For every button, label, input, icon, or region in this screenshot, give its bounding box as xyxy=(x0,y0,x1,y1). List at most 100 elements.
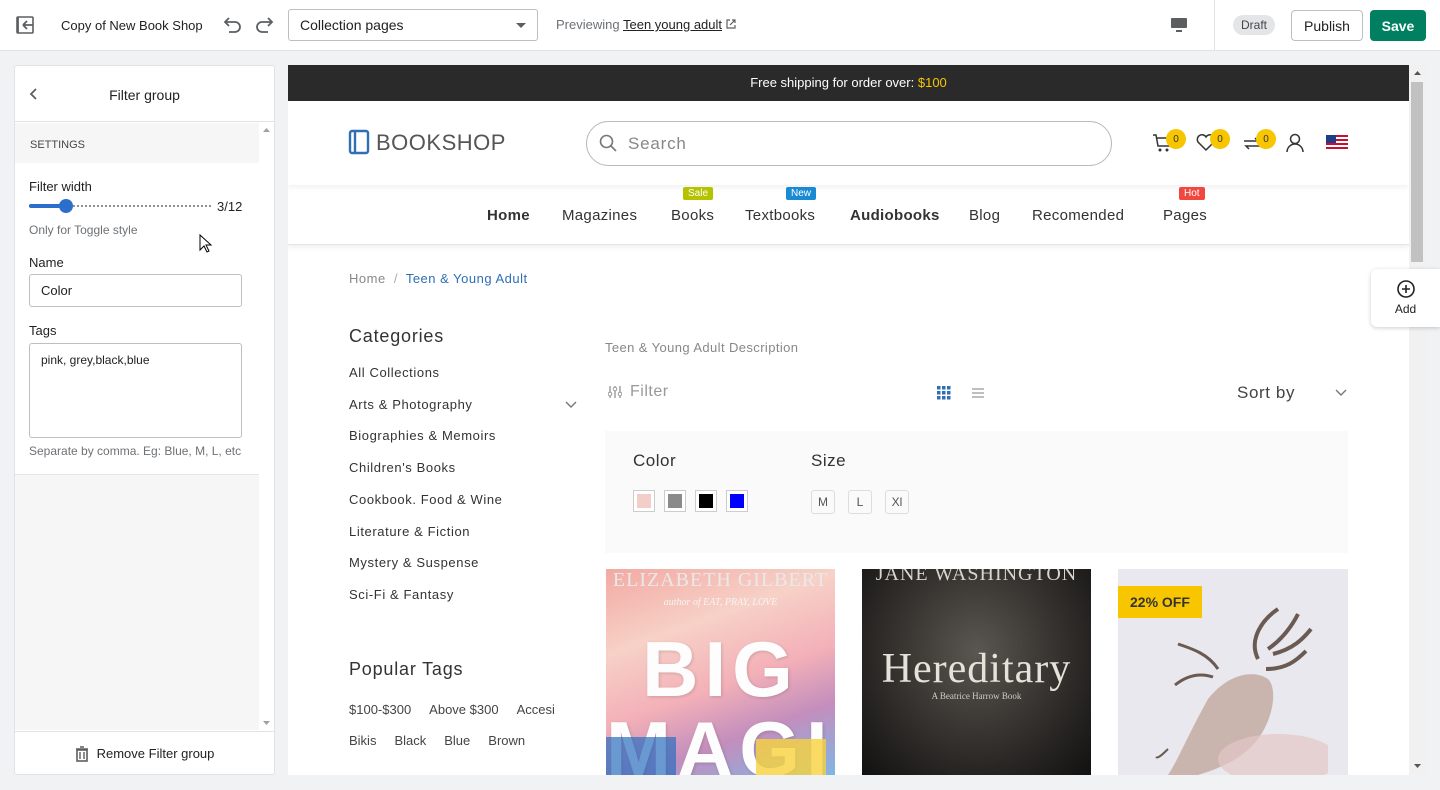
breadcrumb: Home / Teen & Young Adult xyxy=(349,271,528,286)
nav-item-textbooks[interactable]: Textbooks xyxy=(745,207,815,224)
tag-link[interactable]: Blue xyxy=(444,733,470,748)
panel-scrollbar[interactable] xyxy=(259,123,274,730)
nav-item-books[interactable]: Books xyxy=(671,207,714,224)
tag-link[interactable]: Brown xyxy=(488,733,525,748)
filter-width-slider[interactable] xyxy=(29,199,211,213)
filter-toggle[interactable]: Filter xyxy=(608,383,669,401)
store-logo[interactable]: BOOKSHOP xyxy=(376,130,506,156)
previewing-text: Previewing Teen young adult xyxy=(556,17,736,32)
search-icon xyxy=(599,134,617,152)
name-label: Name xyxy=(29,255,64,270)
filter-panel: Color Size M L Xl xyxy=(605,431,1348,553)
tags-help: Separate by comma. Eg: Blue, M, L, etc xyxy=(29,444,242,458)
scroll-down-icon[interactable] xyxy=(262,720,271,726)
product-title: Hereditary xyxy=(881,646,1072,692)
color-swatch[interactable] xyxy=(727,491,747,511)
size-options: M L Xl xyxy=(811,490,909,514)
product-card[interactable]: JANE WASHINGTON Hereditary A Beatrice Ha… xyxy=(862,569,1091,775)
nav-item-magazines[interactable]: Magazines xyxy=(562,207,637,224)
scroll-up-icon[interactable] xyxy=(262,127,271,133)
exit-icon[interactable] xyxy=(14,14,36,36)
tag-link[interactable]: Accesi xyxy=(517,702,555,717)
chevron-down-icon[interactable] xyxy=(565,401,577,409)
divider xyxy=(1214,0,1215,50)
color-swatch[interactable] xyxy=(634,491,654,511)
trash-icon xyxy=(75,745,88,762)
scroll-up-icon[interactable] xyxy=(1413,70,1422,76)
cart-count: 0 xyxy=(1166,129,1186,149)
filter-size-title: Size xyxy=(811,451,847,470)
nav-item-audiobooks[interactable]: Audiobooks xyxy=(850,207,940,224)
product-card[interactable]: ELIZABETH GILBERT author of EAT, PRAY, L… xyxy=(606,569,835,775)
nav-item-pages[interactable]: Pages xyxy=(1163,207,1207,224)
publish-button[interactable]: Publish xyxy=(1291,10,1363,41)
store-name: Copy of New Book Shop xyxy=(61,18,203,33)
scroll-down-icon[interactable] xyxy=(1413,763,1422,769)
name-input[interactable]: Color xyxy=(29,274,242,307)
account-icon[interactable] xyxy=(1286,133,1304,153)
announcement-text: Free shipping for order over: xyxy=(750,75,915,90)
nav-badge-hot: Hot xyxy=(1179,187,1205,200)
grid-view-icon[interactable] xyxy=(937,386,951,400)
store-search[interactable]: Search xyxy=(586,121,1112,166)
list-view-icon[interactable] xyxy=(972,388,984,398)
category-link[interactable]: Sci-Fi & Fantasy xyxy=(349,587,454,602)
category-link[interactable]: Children's Books xyxy=(349,460,456,475)
book-logo-icon[interactable] xyxy=(348,129,370,155)
sort-by-dropdown[interactable]: Sort by xyxy=(1237,383,1347,403)
tag-link[interactable]: Bikis xyxy=(349,733,376,748)
slider-handle[interactable] xyxy=(59,199,74,213)
nav-item-blog[interactable]: Blog xyxy=(969,207,1000,224)
product-subtitle: author of EAT, PRAY, LOVE xyxy=(663,597,778,608)
panel-title: Filter group xyxy=(109,87,180,103)
category-link[interactable]: Arts & Photography xyxy=(349,397,473,412)
chevron-down-icon xyxy=(516,22,526,28)
save-button[interactable]: Save xyxy=(1370,10,1426,41)
category-link[interactable]: Mystery & Suspense xyxy=(349,555,479,570)
chevron-down-icon xyxy=(1335,389,1347,396)
color-swatches xyxy=(634,491,747,511)
previewing-link[interactable]: Teen young adult xyxy=(623,17,722,32)
product-card[interactable]: 22% OFF xyxy=(1118,569,1348,775)
external-link-icon xyxy=(726,19,736,29)
us-flag-icon[interactable] xyxy=(1326,135,1348,149)
add-label: Add xyxy=(1394,302,1417,316)
size-option[interactable]: Xl xyxy=(885,490,909,514)
remove-filter-group-label: Remove Filter group xyxy=(96,746,215,761)
filter-width-value: 3/12 xyxy=(217,199,243,214)
page-type-value: Collection pages xyxy=(300,17,404,33)
previewing-label: Previewing xyxy=(556,17,620,32)
add-section-button[interactable]: Add xyxy=(1371,269,1440,327)
search-placeholder: Search xyxy=(628,134,687,153)
category-link[interactable]: Literature & Fiction xyxy=(349,524,470,539)
desktop-view-icon[interactable] xyxy=(1168,14,1190,36)
remove-filter-group-button[interactable]: Remove Filter group xyxy=(15,731,274,775)
category-link[interactable]: Biographies & Memoirs xyxy=(349,428,496,443)
filter-width-help: Only for Toggle style xyxy=(29,223,138,237)
breadcrumb-home[interactable]: Home xyxy=(349,271,386,286)
size-option[interactable]: M xyxy=(811,490,835,514)
nav-badge-new: New xyxy=(786,187,817,200)
tags-textarea[interactable]: pink, grey,black,blue xyxy=(29,343,242,438)
undo-icon[interactable] xyxy=(220,13,244,37)
category-link[interactable]: Cookbook. Food & Wine xyxy=(349,492,503,507)
product-subtitle: A Beatrice Harrow Book xyxy=(931,691,1022,701)
redo-icon[interactable] xyxy=(253,13,277,37)
preview-scrollbar[interactable] xyxy=(1409,65,1426,775)
page-type-select[interactable]: Collection pages xyxy=(288,9,538,41)
nav-item-recomended[interactable]: Recomended xyxy=(1032,207,1124,224)
tag-link[interactable]: $100-$300 xyxy=(349,702,411,717)
panel-header: Filter group xyxy=(15,66,274,122)
filter-width-label: Filter width xyxy=(29,179,92,194)
category-link[interactable]: All Collections xyxy=(349,365,440,380)
color-swatch[interactable] xyxy=(696,491,716,511)
scrollbar-thumb[interactable] xyxy=(1411,82,1423,262)
size-option[interactable]: L xyxy=(848,490,872,514)
tag-link[interactable]: Black xyxy=(394,733,426,748)
tag-link[interactable]: Above $300 xyxy=(429,702,498,717)
color-swatch[interactable] xyxy=(665,491,685,511)
product-author: ELIZABETH GILBERT xyxy=(612,569,829,591)
settings-section-header: SETTINGS xyxy=(15,123,259,163)
nav-item-home[interactable]: Home xyxy=(487,207,530,224)
cover-art xyxy=(606,737,676,775)
